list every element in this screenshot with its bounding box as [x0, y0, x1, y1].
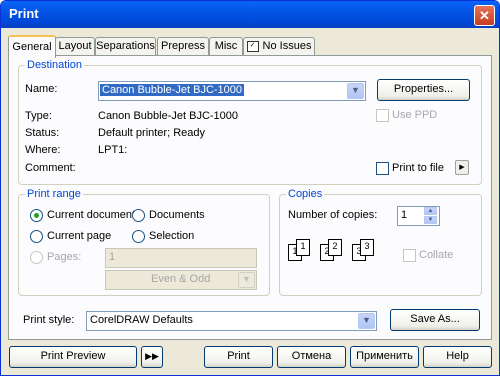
save-as-button[interactable]: Save As...	[390, 309, 480, 331]
chevron-down-icon[interactable]: ▼	[238, 272, 255, 288]
number-of-copies-label: Number of copies:	[288, 209, 378, 221]
print-button[interactable]: Print	[204, 346, 273, 368]
even-odd-value: Even & Odd	[151, 273, 211, 285]
status-label: Status:	[25, 127, 60, 139]
chevron-down-icon[interactable]: ▼	[358, 313, 375, 329]
tab-misc[interactable]: Misc	[209, 37, 243, 56]
spinner-arrows-icon[interactable]: ▲ ▼	[424, 207, 437, 224]
general-tab-panel: Destination Name: Canon Bubble-Jet BJC-1…	[8, 55, 492, 340]
issues-icon: ✓	[246, 40, 259, 52]
pages-label: Pages:	[47, 251, 82, 263]
help-button[interactable]: Help	[423, 346, 492, 368]
cancel-button[interactable]: Отмена	[277, 346, 346, 368]
status-value: Default printer; Ready	[98, 127, 205, 139]
pages-value: 1	[109, 251, 116, 263]
print-range-group: Print range Current document Documents C…	[18, 188, 270, 296]
preview-arrow-button[interactable]: ▶▶	[141, 346, 163, 368]
print-preview-button[interactable]: Print Preview	[9, 346, 137, 368]
tab-prepress[interactable]: Prepress	[157, 37, 209, 56]
print-to-file-checkbox[interactable]	[376, 162, 389, 175]
apply-button[interactable]: Применить	[350, 346, 419, 368]
close-button[interactable]: ✕	[474, 5, 495, 26]
type-label: Type:	[25, 110, 52, 122]
documents-radio[interactable]	[132, 209, 145, 222]
double-arrow-icon: ▶▶	[145, 351, 159, 361]
window-title: Print	[9, 6, 39, 21]
chevron-down-icon[interactable]: ▼	[347, 83, 364, 99]
destination-group-label: Destination	[25, 59, 85, 71]
pages-radio[interactable]	[30, 251, 43, 264]
name-label: Name:	[25, 83, 58, 95]
destination-group: Destination Name: Canon Bubble-Jet BJC-1…	[18, 59, 482, 185]
current-document-radio[interactable]	[30, 209, 43, 222]
current-document-label: Current document	[47, 209, 136, 221]
collate-pages-icon: 1 1 2 2 3 3	[288, 235, 380, 269]
printer-name-value: Canon Bubble-Jet BJC-1000	[100, 84, 245, 96]
current-page-label: Current page	[47, 230, 112, 242]
print-range-group-label: Print range	[25, 188, 83, 200]
documents-label: Documents	[149, 209, 205, 221]
collate-checkbox[interactable]	[403, 249, 416, 262]
pages-input[interactable]: 1	[105, 248, 257, 268]
where-label: Where:	[25, 144, 61, 156]
title-bar[interactable]: Print ✕	[1, 1, 499, 28]
selection-label: Selection	[149, 230, 195, 242]
selection-radio[interactable]	[132, 230, 145, 243]
print-style-value: CorelDRAW Defaults	[90, 314, 193, 326]
printer-name-select[interactable]: Canon Bubble-Jet BJC-1000 ▼	[98, 81, 366, 101]
use-ppd-label: Use PPD	[392, 109, 438, 121]
print-style-label: Print style:	[23, 314, 75, 326]
play-arrow-icon[interactable]: ▶	[455, 160, 469, 175]
print-style-select[interactable]: CorelDRAW Defaults ▼	[86, 311, 377, 331]
comment-label: Comment:	[25, 162, 76, 174]
collate-label: Collate	[419, 249, 454, 261]
print-to-file-label: Print to file	[392, 162, 444, 174]
tab-no-issues-label: No Issues	[262, 40, 312, 52]
tab-general[interactable]: General	[8, 35, 56, 58]
type-value: Canon Bubble-Jet BJC-1000	[98, 110, 239, 122]
current-page-radio[interactable]	[30, 230, 43, 243]
even-odd-select[interactable]: Even & Odd ▼	[105, 270, 257, 290]
copies-group: Copies Number of copies: 1 ▲ ▼ 1 1 2 2 3 …	[279, 188, 482, 296]
where-value: LPT1:	[98, 144, 128, 156]
tab-layout[interactable]: Layout	[55, 37, 95, 56]
copies-group-label: Copies	[286, 188, 325, 200]
copies-spinner[interactable]: 1 ▲ ▼	[397, 206, 440, 226]
tab-no-issues[interactable]: ✓ No Issues	[243, 37, 315, 56]
print-dialog: Print ✕ General Layout Separations Prepr…	[0, 0, 500, 376]
tab-separations[interactable]: Separations	[95, 37, 156, 56]
use-ppd-checkbox[interactable]	[376, 109, 389, 122]
properties-button[interactable]: Properties...	[377, 79, 470, 101]
copies-value: 1	[401, 209, 408, 221]
